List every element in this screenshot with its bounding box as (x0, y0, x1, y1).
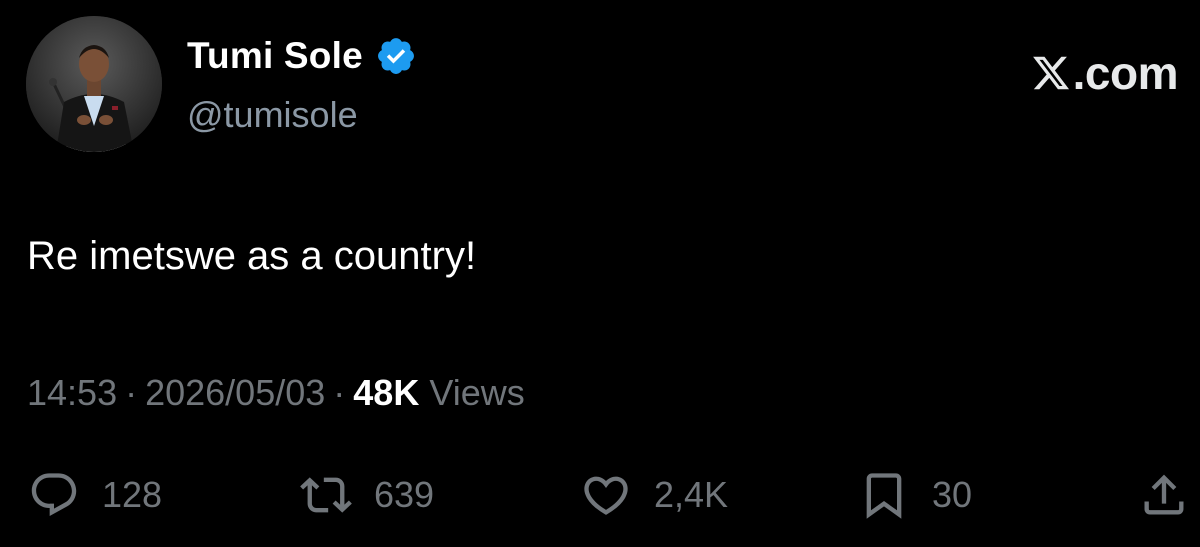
views-count: 48K (353, 372, 420, 413)
reply-icon (31, 473, 77, 517)
repost-count: 639 (374, 474, 435, 515)
like-count: 2,4K (654, 474, 729, 515)
name-row: Tumi Sole (187, 30, 417, 82)
brand-text: .com (1072, 47, 1179, 99)
avatar-image (26, 16, 162, 152)
views-label: Views (429, 372, 525, 413)
like-button[interactable]: 2,4K (580, 460, 728, 530)
tweet-text: Re imetswe as a country! (27, 234, 477, 278)
author-info: Tumi Sole @tumisole (187, 30, 417, 136)
brand-watermark: .com (1031, 46, 1179, 100)
tweet-card: Tumi Sole @tumisole .com Re imetswe as a… (0, 0, 1200, 547)
share-icon (1144, 474, 1184, 515)
display-name[interactable]: Tumi Sole (187, 35, 363, 77)
meta-separator: · (333, 372, 346, 413)
repost-icon (300, 477, 352, 513)
x-logo-icon (1032, 56, 1069, 90)
reply-button[interactable]: 128 (28, 460, 162, 530)
avatar[interactable] (26, 16, 162, 152)
share-button[interactable] (1138, 460, 1190, 530)
bookmark-icon (866, 473, 902, 519)
tweet-time[interactable]: 14:53 (27, 372, 117, 414)
bookmark-count: 30 (932, 474, 973, 515)
action-bar: 128 639 2,4K 30 (0, 460, 1200, 530)
repost-button[interactable]: 639 (300, 460, 434, 530)
tweet-meta: 14:53 · 2026/05/03 · 48K Views (27, 372, 525, 414)
heart-icon (584, 476, 628, 515)
bookmark-button[interactable]: 30 (858, 460, 972, 530)
verified-badge-icon[interactable] (375, 35, 417, 77)
tweet-date[interactable]: 2026/05/03 (145, 372, 325, 414)
meta-separator: · (125, 372, 138, 413)
handle[interactable]: @tumisole (187, 94, 417, 136)
reply-count: 128 (102, 474, 163, 515)
